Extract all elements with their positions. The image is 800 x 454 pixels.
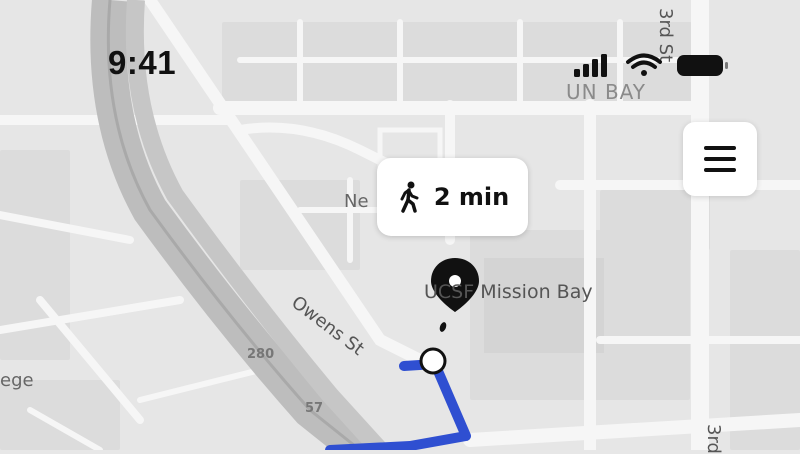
street-label-third-bottom: 3rd xyxy=(703,424,724,454)
walking-eta-card[interactable]: 2 min xyxy=(377,158,528,236)
partial-label-left: Ne xyxy=(344,191,369,212)
cellular-signal-icon xyxy=(574,54,607,77)
origin-marker xyxy=(419,347,447,375)
battery-icon xyxy=(677,55,728,76)
place-label-ucsf[interactable]: UCSF Mission Bay xyxy=(424,281,593,303)
hamburger-menu-icon xyxy=(704,146,736,172)
area-label-top: UN BAY xyxy=(566,80,647,104)
menu-bar xyxy=(704,146,736,150)
wifi-icon xyxy=(626,53,662,76)
highway-label-280: 280 xyxy=(247,347,275,362)
walking-person-icon xyxy=(400,181,419,213)
status-icons-svg xyxy=(574,53,728,77)
menu-bar xyxy=(704,157,736,161)
menu-bar xyxy=(704,168,736,172)
eta-text: 2 min xyxy=(433,183,510,211)
menu-button[interactable] xyxy=(683,122,757,196)
partial-label-edge: ege xyxy=(0,370,34,391)
highway-label-57: 57 xyxy=(305,401,324,416)
status-icons xyxy=(572,52,732,80)
status-time: 9:41 xyxy=(108,44,177,81)
